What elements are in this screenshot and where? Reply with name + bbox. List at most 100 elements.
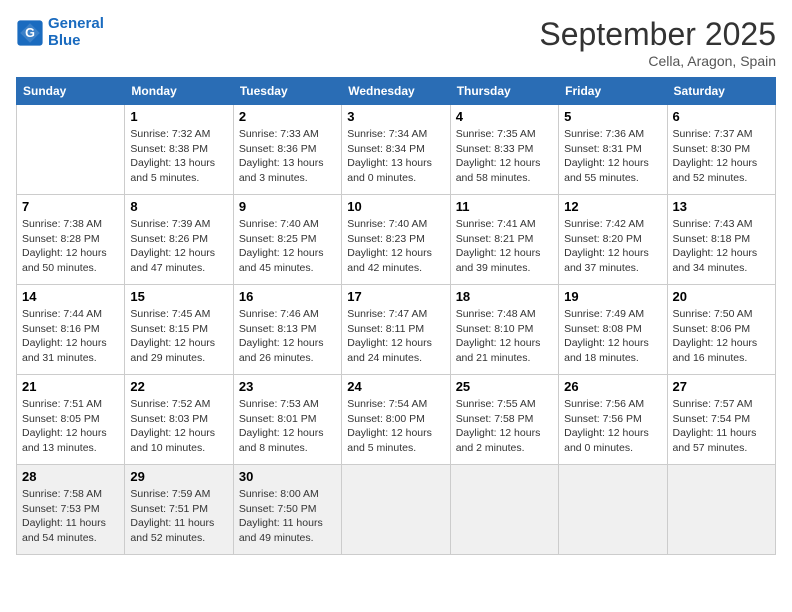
calendar-cell: 25 Sunrise: 7:55 AM Sunset: 7:58 PM Dayli… <box>450 375 558 465</box>
calendar-cell: 6 Sunrise: 7:37 AM Sunset: 8:30 PM Daylig… <box>667 105 775 195</box>
day-number: 26 <box>564 379 661 394</box>
calendar-cell: 11 Sunrise: 7:41 AM Sunset: 8:21 PM Dayli… <box>450 195 558 285</box>
day-number: 22 <box>130 379 227 394</box>
day-number: 4 <box>456 109 553 124</box>
calendar-week-row: 7Sunrise: 7:38 AM Sunset: 8:28 PM Daylig… <box>17 195 776 285</box>
day-info: Sunrise: 7:57 AM Sunset: 7:54 PM Dayligh… <box>673 397 770 456</box>
day-number: 8 <box>130 199 227 214</box>
day-info: Sunrise: 7:33 AM Sunset: 8:36 PM Dayligh… <box>239 127 336 186</box>
day-info: Sunrise: 7:39 AM Sunset: 8:26 PM Dayligh… <box>130 217 227 276</box>
svg-text:G: G <box>25 26 35 40</box>
calendar-cell <box>17 105 125 195</box>
weekday-header: Saturday <box>667 78 775 105</box>
calendar-cell: 30 Sunrise: 8:00 AM Sunset: 7:50 PM Dayli… <box>233 465 341 555</box>
location: Cella, Aragon, Spain <box>539 53 776 69</box>
month-title: September 2025 <box>539 16 776 53</box>
calendar-table: SundayMondayTuesdayWednesdayThursdayFrid… <box>16 77 776 555</box>
calendar-cell: 1 Sunrise: 7:32 AM Sunset: 8:38 PM Daylig… <box>125 105 233 195</box>
day-number: 21 <box>22 379 119 394</box>
day-info: Sunrise: 7:55 AM Sunset: 7:58 PM Dayligh… <box>456 397 553 456</box>
page-header: G General Blue September 2025 Cella, Ara… <box>16 16 776 69</box>
day-info: Sunrise: 7:43 AM Sunset: 8:18 PM Dayligh… <box>673 217 770 276</box>
weekday-header: Sunday <box>17 78 125 105</box>
day-info: Sunrise: 7:47 AM Sunset: 8:11 PM Dayligh… <box>347 307 444 366</box>
calendar-cell: 13 Sunrise: 7:43 AM Sunset: 8:18 PM Dayli… <box>667 195 775 285</box>
day-number: 16 <box>239 289 336 304</box>
day-info: Sunrise: 7:34 AM Sunset: 8:34 PM Dayligh… <box>347 127 444 186</box>
calendar-cell: 4 Sunrise: 7:35 AM Sunset: 8:33 PM Daylig… <box>450 105 558 195</box>
day-info: Sunrise: 7:59 AM Sunset: 7:51 PM Dayligh… <box>130 487 227 546</box>
calendar-cell <box>667 465 775 555</box>
logo: G General Blue <box>16 16 104 49</box>
logo-text: General Blue <box>48 16 104 49</box>
calendar-cell: 29 Sunrise: 7:59 AM Sunset: 7:51 PM Dayli… <box>125 465 233 555</box>
calendar-cell: 17 Sunrise: 7:47 AM Sunset: 8:11 PM Dayli… <box>342 285 450 375</box>
day-number: 30 <box>239 469 336 484</box>
day-number: 18 <box>456 289 553 304</box>
calendar-cell: 2Sunrise: 7:33 AM Sunset: 8:36 PM Daylig… <box>233 105 341 195</box>
calendar-cell: 23 Sunrise: 7:53 AM Sunset: 8:01 PM Dayli… <box>233 375 341 465</box>
day-info: Sunrise: 8:00 AM Sunset: 7:50 PM Dayligh… <box>239 487 336 546</box>
calendar-cell: 12 Sunrise: 7:42 AM Sunset: 8:20 PM Dayli… <box>559 195 667 285</box>
day-info: Sunrise: 7:36 AM Sunset: 8:31 PM Dayligh… <box>564 127 661 186</box>
day-number: 5 <box>564 109 661 124</box>
day-info: Sunrise: 7:52 AM Sunset: 8:03 PM Dayligh… <box>130 397 227 456</box>
day-number: 1 <box>130 109 227 124</box>
day-info: Sunrise: 7:45 AM Sunset: 8:15 PM Dayligh… <box>130 307 227 366</box>
calendar-cell: 22 Sunrise: 7:52 AM Sunset: 8:03 PM Dayli… <box>125 375 233 465</box>
day-number: 25 <box>456 379 553 394</box>
day-info: Sunrise: 7:51 AM Sunset: 8:05 PM Dayligh… <box>22 397 119 456</box>
calendar-cell: 27Sunrise: 7:57 AM Sunset: 7:54 PM Dayli… <box>667 375 775 465</box>
calendar-cell: 8 Sunrise: 7:39 AM Sunset: 8:26 PM Daylig… <box>125 195 233 285</box>
day-number: 15 <box>130 289 227 304</box>
logo-icon: G <box>16 19 44 47</box>
calendar-cell: 24Sunrise: 7:54 AM Sunset: 8:00 PM Dayli… <box>342 375 450 465</box>
weekday-header: Thursday <box>450 78 558 105</box>
day-info: Sunrise: 7:42 AM Sunset: 8:20 PM Dayligh… <box>564 217 661 276</box>
day-number: 17 <box>347 289 444 304</box>
day-number: 6 <box>673 109 770 124</box>
calendar-cell: 7Sunrise: 7:38 AM Sunset: 8:28 PM Daylig… <box>17 195 125 285</box>
calendar-cell: 9 Sunrise: 7:40 AM Sunset: 8:25 PM Daylig… <box>233 195 341 285</box>
weekday-header: Tuesday <box>233 78 341 105</box>
day-number: 19 <box>564 289 661 304</box>
day-info: Sunrise: 7:32 AM Sunset: 8:38 PM Dayligh… <box>130 127 227 186</box>
day-info: Sunrise: 7:40 AM Sunset: 8:25 PM Dayligh… <box>239 217 336 276</box>
day-info: Sunrise: 7:35 AM Sunset: 8:33 PM Dayligh… <box>456 127 553 186</box>
calendar-cell <box>342 465 450 555</box>
calendar-cell: 26Sunrise: 7:56 AM Sunset: 7:56 PM Dayli… <box>559 375 667 465</box>
calendar-cell: 19 Sunrise: 7:49 AM Sunset: 8:08 PM Dayli… <box>559 285 667 375</box>
day-info: Sunrise: 7:44 AM Sunset: 8:16 PM Dayligh… <box>22 307 119 366</box>
day-number: 23 <box>239 379 336 394</box>
day-number: 12 <box>564 199 661 214</box>
day-number: 14 <box>22 289 119 304</box>
calendar-cell: 21 Sunrise: 7:51 AM Sunset: 8:05 PM Dayli… <box>17 375 125 465</box>
day-info: Sunrise: 7:37 AM Sunset: 8:30 PM Dayligh… <box>673 127 770 186</box>
calendar-cell: 16 Sunrise: 7:46 AM Sunset: 8:13 PM Dayli… <box>233 285 341 375</box>
day-number: 29 <box>130 469 227 484</box>
calendar-cell: 10Sunrise: 7:40 AM Sunset: 8:23 PM Dayli… <box>342 195 450 285</box>
day-number: 3 <box>347 109 444 124</box>
calendar-cell: 20Sunrise: 7:50 AM Sunset: 8:06 PM Dayli… <box>667 285 775 375</box>
day-info: Sunrise: 7:53 AM Sunset: 8:01 PM Dayligh… <box>239 397 336 456</box>
title-block: September 2025 Cella, Aragon, Spain <box>539 16 776 69</box>
calendar-week-row: 1 Sunrise: 7:32 AM Sunset: 8:38 PM Daylig… <box>17 105 776 195</box>
calendar-cell: 28Sunrise: 7:58 AM Sunset: 7:53 PM Dayli… <box>17 465 125 555</box>
calendar-week-row: 14 Sunrise: 7:44 AM Sunset: 8:16 PM Dayli… <box>17 285 776 375</box>
day-number: 10 <box>347 199 444 214</box>
day-info: Sunrise: 7:41 AM Sunset: 8:21 PM Dayligh… <box>456 217 553 276</box>
day-number: 9 <box>239 199 336 214</box>
day-info: Sunrise: 7:46 AM Sunset: 8:13 PM Dayligh… <box>239 307 336 366</box>
calendar-cell: 18Sunrise: 7:48 AM Sunset: 8:10 PM Dayli… <box>450 285 558 375</box>
calendar-cell: 14 Sunrise: 7:44 AM Sunset: 8:16 PM Dayli… <box>17 285 125 375</box>
day-info: Sunrise: 7:49 AM Sunset: 8:08 PM Dayligh… <box>564 307 661 366</box>
day-number: 11 <box>456 199 553 214</box>
day-info: Sunrise: 7:50 AM Sunset: 8:06 PM Dayligh… <box>673 307 770 366</box>
weekday-header: Monday <box>125 78 233 105</box>
day-info: Sunrise: 7:58 AM Sunset: 7:53 PM Dayligh… <box>22 487 119 546</box>
day-number: 13 <box>673 199 770 214</box>
day-number: 24 <box>347 379 444 394</box>
calendar-cell <box>559 465 667 555</box>
calendar-week-row: 28Sunrise: 7:58 AM Sunset: 7:53 PM Dayli… <box>17 465 776 555</box>
calendar-cell: 5 Sunrise: 7:36 AM Sunset: 8:31 PM Daylig… <box>559 105 667 195</box>
